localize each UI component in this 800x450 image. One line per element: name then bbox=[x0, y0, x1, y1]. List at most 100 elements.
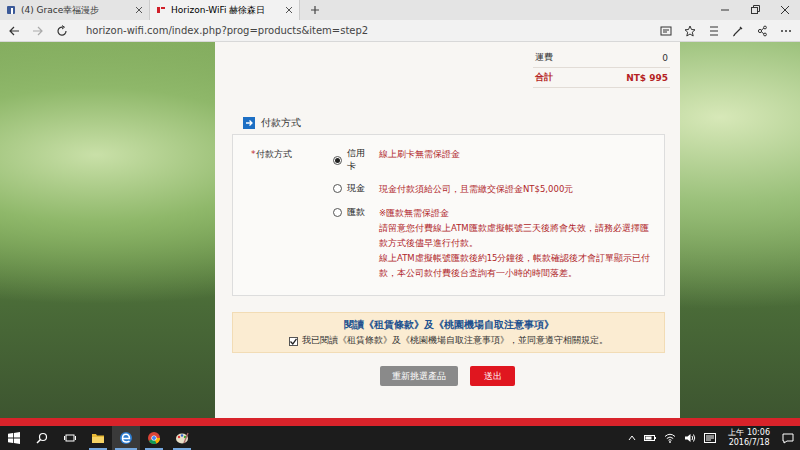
terms-box: 閱讀《租賃條款》及《桃園機場自取注意事項》我已閱讀《租賃條款》及《桃園機場自取注… bbox=[232, 312, 665, 353]
note-icon[interactable] bbox=[732, 25, 744, 37]
option-label[interactable]: 匯款 bbox=[347, 206, 365, 219]
browser-tab[interactable]: (4) Grace幸福漫步 bbox=[0, 0, 150, 20]
red-stripe bbox=[0, 418, 800, 426]
share-icon[interactable] bbox=[756, 25, 768, 37]
window-button[interactable] bbox=[710, 0, 740, 20]
tab-bar-space bbox=[330, 0, 710, 20]
forward-icon[interactable] bbox=[32, 25, 44, 37]
reading-view-icon[interactable] bbox=[660, 25, 672, 37]
taskbar-app[interactable] bbox=[168, 426, 196, 450]
summary-label: 運費 bbox=[535, 51, 553, 64]
task-view-icon bbox=[64, 432, 76, 444]
notification-icon[interactable] bbox=[782, 432, 794, 444]
option-note: 現金付款須給公司，且需繳交保證金NT$5,000元 bbox=[379, 182, 654, 197]
submit-button[interactable]: 送出 bbox=[470, 366, 515, 386]
search-button[interactable] bbox=[28, 426, 56, 450]
volume-icon[interactable] bbox=[684, 433, 696, 443]
system-tray: 上午 10:062016/7/18 bbox=[628, 428, 794, 448]
radio-button[interactable] bbox=[333, 156, 342, 165]
taskbar-app[interactable] bbox=[112, 426, 140, 450]
paint-icon bbox=[175, 431, 189, 445]
site-icon bbox=[156, 5, 166, 15]
hub-icon[interactable] bbox=[708, 25, 720, 37]
chevron-icon[interactable] bbox=[628, 434, 636, 442]
option-note: 線上ATM虛擬帳號匯款後約15分鐘後，帳款確認後才會訂單顯示已付款，本公司款付費… bbox=[379, 251, 654, 281]
check-icon bbox=[290, 338, 297, 345]
section-title: 付款方式 bbox=[261, 116, 301, 130]
option-note: 線上刷卡無需保證金 bbox=[379, 147, 654, 162]
window-button[interactable] bbox=[770, 0, 800, 20]
address-field[interactable]: horizon-wifi.com/index.php?prog=products… bbox=[80, 25, 648, 36]
edge-icon bbox=[119, 431, 133, 445]
arrow-icon bbox=[243, 117, 255, 129]
clock-time: 上午 10:06 bbox=[728, 428, 770, 438]
button-row: 重新挑選產品送出 bbox=[215, 366, 680, 386]
option-name[interactable]: 現金 bbox=[333, 182, 373, 195]
terms-checkbox[interactable] bbox=[289, 337, 298, 346]
chrome-icon bbox=[147, 431, 161, 445]
option-note: 請留意您付費線上ATM匯款虛擬帳號三天後將會失效，請務必選擇匯款方式後儘早進行付… bbox=[379, 221, 654, 251]
window-button[interactable] bbox=[740, 0, 770, 20]
option-notes: ※匯款無需保證金請留意您付費線上ATM匯款虛擬帳號三天後將會失效，請務必選擇匯款… bbox=[379, 206, 654, 281]
tab-bar: (4) Grace幸福漫步 Horizon-WiFi 赫徐森日 bbox=[0, 0, 800, 20]
terms-title[interactable]: 閱讀《租賃條款》及《桃園機場自取注意事項》 bbox=[344, 318, 554, 332]
wifi-icon[interactable] bbox=[664, 433, 676, 443]
option-notes: 現金付款須給公司，且需繳交保證金NT$5,000元 bbox=[379, 182, 654, 197]
payment-option[interactable]: 現金 現金付款須給公司，且需繳交保證金NT$5,000元 bbox=[333, 182, 654, 197]
option-name[interactable]: 匯款 bbox=[333, 206, 373, 219]
clock[interactable]: 上午 10:062016/7/18 bbox=[724, 428, 774, 448]
radio-dot bbox=[335, 158, 340, 163]
new-tab-button[interactable] bbox=[300, 0, 330, 20]
refresh-icon[interactable] bbox=[56, 25, 68, 37]
required-mark: * bbox=[251, 149, 256, 159]
address-bar: horizon-wifi.com/index.php?prog=products… bbox=[0, 20, 800, 42]
back-icon[interactable] bbox=[8, 25, 20, 37]
minimize-icon bbox=[720, 5, 730, 15]
start-button[interactable] bbox=[0, 426, 28, 450]
close-window-icon bbox=[780, 5, 790, 15]
taskbar: 上午 10:062016/7/18 bbox=[0, 426, 800, 450]
payment-option[interactable]: 信用卡線上刷卡無需保證金 bbox=[333, 147, 654, 173]
summary-row: 合計 NT$ 995 bbox=[533, 68, 670, 88]
taskbar-app[interactable] bbox=[84, 426, 112, 450]
keyboard-icon[interactable] bbox=[704, 433, 716, 443]
battery-icon[interactable] bbox=[644, 433, 656, 443]
reselect-button[interactable]: 重新挑選產品 bbox=[380, 366, 458, 386]
favorite-icon[interactable] bbox=[684, 25, 696, 37]
search-icon bbox=[36, 432, 48, 444]
order-summary: 運費 0 合計 NT$ 995 bbox=[533, 42, 670, 88]
payment-box: *付款方式信用卡線上刷卡無需保證金現金現金付款須給公司，且需繳交保證金NT$5,… bbox=[232, 134, 665, 296]
browser-tab[interactable]: Horizon-WiFi 赫徐森日 bbox=[150, 0, 300, 20]
payment-label-text: 付款方式 bbox=[256, 149, 292, 159]
summary-row: 運費 0 bbox=[533, 48, 670, 68]
payment-label: *付款方式 bbox=[251, 147, 333, 281]
plus-icon bbox=[310, 5, 320, 15]
task-view-button[interactable] bbox=[56, 426, 84, 450]
close-icon[interactable] bbox=[135, 6, 143, 14]
option-label[interactable]: 信用卡 bbox=[347, 147, 373, 173]
option-name[interactable]: 信用卡 bbox=[333, 147, 373, 173]
restore-icon bbox=[750, 5, 760, 15]
section-heading: 付款方式 bbox=[243, 116, 680, 130]
summary-value: NT$ 995 bbox=[626, 73, 668, 83]
option-notes: 線上刷卡無需保證金 bbox=[379, 147, 654, 162]
close-icon[interactable] bbox=[285, 6, 293, 14]
more-icon[interactable] bbox=[780, 25, 792, 37]
summary-label: 合計 bbox=[535, 71, 553, 84]
payment-option[interactable]: 匯款 ※匯款無需保證金請留意您付費線上ATM匯款虛擬帳號三天後將會失效，請務必選擇… bbox=[333, 206, 654, 281]
summary-value: 0 bbox=[662, 53, 668, 63]
radio-button[interactable] bbox=[333, 184, 342, 193]
windows-icon bbox=[8, 432, 20, 444]
clock-date: 2016/7/18 bbox=[729, 438, 770, 448]
payment-options: 信用卡線上刷卡無需保證金現金 現金付款須給公司，且需繳交保證金NT$5,000元匯… bbox=[333, 147, 654, 281]
option-note: ※匯款無需保證金 bbox=[379, 206, 654, 221]
page-background: 運費0合計NT$ 995付款方式*付款方式信用卡線上刷卡無需保證金現金現金付款須… bbox=[0, 42, 800, 418]
facebook-icon bbox=[6, 5, 16, 15]
taskbar-app[interactable] bbox=[140, 426, 168, 450]
order-panel: 運費0合計NT$ 995付款方式*付款方式信用卡線上刷卡無需保證金現金現金付款須… bbox=[215, 42, 680, 418]
folder-icon bbox=[91, 431, 105, 445]
radio-button[interactable] bbox=[333, 208, 342, 217]
option-label[interactable]: 現金 bbox=[347, 182, 365, 195]
terms-agree[interactable]: 我已閱讀《租賃條款》及《桃園機場自取注意事項》，並同意遵守相關規定。 bbox=[289, 335, 608, 347]
tab-title: (4) Grace幸福漫步 bbox=[21, 4, 130, 17]
